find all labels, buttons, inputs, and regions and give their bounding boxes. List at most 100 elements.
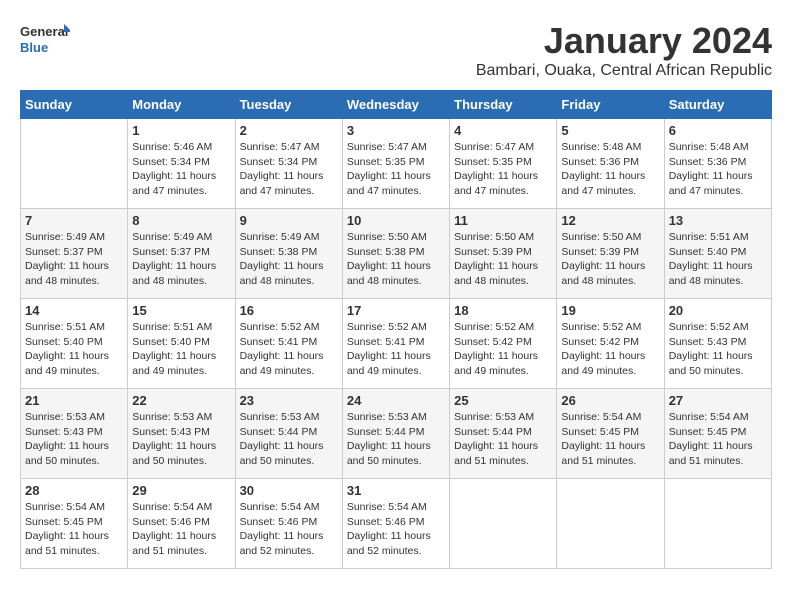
- day-info: Sunrise: 5:51 AM Sunset: 5:40 PM Dayligh…: [25, 320, 123, 379]
- col-thursday: Thursday: [450, 91, 557, 119]
- day-number: 13: [669, 213, 767, 228]
- cell-0-6: 6 Sunrise: 5:48 AM Sunset: 5:36 PM Dayli…: [664, 119, 771, 209]
- day-number: 24: [347, 393, 445, 408]
- day-number: 2: [240, 123, 338, 138]
- calendar-header: Sunday Monday Tuesday Wednesday Thursday…: [21, 91, 772, 119]
- day-number: 27: [669, 393, 767, 408]
- day-info: Sunrise: 5:53 AM Sunset: 5:44 PM Dayligh…: [454, 410, 552, 469]
- day-info: Sunrise: 5:49 AM Sunset: 5:37 PM Dayligh…: [25, 230, 123, 289]
- day-info: Sunrise: 5:50 AM Sunset: 5:39 PM Dayligh…: [561, 230, 659, 289]
- day-info: Sunrise: 5:54 AM Sunset: 5:46 PM Dayligh…: [132, 500, 230, 559]
- col-sunday: Sunday: [21, 91, 128, 119]
- cell-4-3: 31 Sunrise: 5:54 AM Sunset: 5:46 PM Dayl…: [342, 479, 449, 569]
- cell-4-6: [664, 479, 771, 569]
- week-row-1: 1 Sunrise: 5:46 AM Sunset: 5:34 PM Dayli…: [21, 119, 772, 209]
- day-info: Sunrise: 5:52 AM Sunset: 5:42 PM Dayligh…: [454, 320, 552, 379]
- cell-4-1: 29 Sunrise: 5:54 AM Sunset: 5:46 PM Dayl…: [128, 479, 235, 569]
- day-info: Sunrise: 5:49 AM Sunset: 5:37 PM Dayligh…: [132, 230, 230, 289]
- col-saturday: Saturday: [664, 91, 771, 119]
- day-info: Sunrise: 5:54 AM Sunset: 5:46 PM Dayligh…: [347, 500, 445, 559]
- col-friday: Friday: [557, 91, 664, 119]
- calendar-subtitle: Bambari, Ouaka, Central African Republic: [476, 62, 772, 80]
- cell-1-3: 10 Sunrise: 5:50 AM Sunset: 5:38 PM Dayl…: [342, 209, 449, 299]
- cell-2-0: 14 Sunrise: 5:51 AM Sunset: 5:40 PM Dayl…: [21, 299, 128, 389]
- day-number: 7: [25, 213, 123, 228]
- col-wednesday: Wednesday: [342, 91, 449, 119]
- day-info: Sunrise: 5:52 AM Sunset: 5:41 PM Dayligh…: [240, 320, 338, 379]
- day-number: 29: [132, 483, 230, 498]
- header: General Blue January 2024 Bambari, Ouaka…: [20, 20, 772, 80]
- day-number: 20: [669, 303, 767, 318]
- day-number: 10: [347, 213, 445, 228]
- cell-0-3: 3 Sunrise: 5:47 AM Sunset: 5:35 PM Dayli…: [342, 119, 449, 209]
- day-info: Sunrise: 5:53 AM Sunset: 5:44 PM Dayligh…: [240, 410, 338, 469]
- cell-2-5: 19 Sunrise: 5:52 AM Sunset: 5:42 PM Dayl…: [557, 299, 664, 389]
- day-number: 6: [669, 123, 767, 138]
- day-info: Sunrise: 5:48 AM Sunset: 5:36 PM Dayligh…: [561, 140, 659, 199]
- day-info: Sunrise: 5:54 AM Sunset: 5:45 PM Dayligh…: [25, 500, 123, 559]
- cell-2-3: 17 Sunrise: 5:52 AM Sunset: 5:41 PM Dayl…: [342, 299, 449, 389]
- day-info: Sunrise: 5:47 AM Sunset: 5:34 PM Dayligh…: [240, 140, 338, 199]
- cell-2-6: 20 Sunrise: 5:52 AM Sunset: 5:43 PM Dayl…: [664, 299, 771, 389]
- cell-4-5: [557, 479, 664, 569]
- day-info: Sunrise: 5:54 AM Sunset: 5:45 PM Dayligh…: [561, 410, 659, 469]
- svg-text:General: General: [20, 24, 68, 39]
- col-tuesday: Tuesday: [235, 91, 342, 119]
- day-number: 17: [347, 303, 445, 318]
- day-info: Sunrise: 5:53 AM Sunset: 5:44 PM Dayligh…: [347, 410, 445, 469]
- cell-0-4: 4 Sunrise: 5:47 AM Sunset: 5:35 PM Dayli…: [450, 119, 557, 209]
- day-number: 8: [132, 213, 230, 228]
- day-number: 15: [132, 303, 230, 318]
- day-info: Sunrise: 5:52 AM Sunset: 5:41 PM Dayligh…: [347, 320, 445, 379]
- week-row-3: 14 Sunrise: 5:51 AM Sunset: 5:40 PM Dayl…: [21, 299, 772, 389]
- day-info: Sunrise: 5:49 AM Sunset: 5:38 PM Dayligh…: [240, 230, 338, 289]
- cell-3-6: 27 Sunrise: 5:54 AM Sunset: 5:45 PM Dayl…: [664, 389, 771, 479]
- week-row-4: 21 Sunrise: 5:53 AM Sunset: 5:43 PM Dayl…: [21, 389, 772, 479]
- cell-3-1: 22 Sunrise: 5:53 AM Sunset: 5:43 PM Dayl…: [128, 389, 235, 479]
- svg-text:Blue: Blue: [20, 40, 48, 55]
- day-number: 19: [561, 303, 659, 318]
- day-info: Sunrise: 5:47 AM Sunset: 5:35 PM Dayligh…: [347, 140, 445, 199]
- cell-0-5: 5 Sunrise: 5:48 AM Sunset: 5:36 PM Dayli…: [557, 119, 664, 209]
- cell-2-1: 15 Sunrise: 5:51 AM Sunset: 5:40 PM Dayl…: [128, 299, 235, 389]
- day-number: 5: [561, 123, 659, 138]
- day-number: 21: [25, 393, 123, 408]
- cell-2-4: 18 Sunrise: 5:52 AM Sunset: 5:42 PM Dayl…: [450, 299, 557, 389]
- day-number: 31: [347, 483, 445, 498]
- title-area: January 2024 Bambari, Ouaka, Central Afr…: [476, 20, 772, 80]
- cell-3-5: 26 Sunrise: 5:54 AM Sunset: 5:45 PM Dayl…: [557, 389, 664, 479]
- cell-2-2: 16 Sunrise: 5:52 AM Sunset: 5:41 PM Dayl…: [235, 299, 342, 389]
- cell-0-1: 1 Sunrise: 5:46 AM Sunset: 5:34 PM Dayli…: [128, 119, 235, 209]
- day-info: Sunrise: 5:52 AM Sunset: 5:42 PM Dayligh…: [561, 320, 659, 379]
- cell-3-4: 25 Sunrise: 5:53 AM Sunset: 5:44 PM Dayl…: [450, 389, 557, 479]
- calendar-title: January 2024: [476, 20, 772, 62]
- day-info: Sunrise: 5:51 AM Sunset: 5:40 PM Dayligh…: [132, 320, 230, 379]
- day-number: 12: [561, 213, 659, 228]
- cell-0-0: [21, 119, 128, 209]
- cell-4-0: 28 Sunrise: 5:54 AM Sunset: 5:45 PM Dayl…: [21, 479, 128, 569]
- cell-4-2: 30 Sunrise: 5:54 AM Sunset: 5:46 PM Dayl…: [235, 479, 342, 569]
- day-info: Sunrise: 5:48 AM Sunset: 5:36 PM Dayligh…: [669, 140, 767, 199]
- day-number: 30: [240, 483, 338, 498]
- day-info: Sunrise: 5:50 AM Sunset: 5:39 PM Dayligh…: [454, 230, 552, 289]
- day-info: Sunrise: 5:53 AM Sunset: 5:43 PM Dayligh…: [132, 410, 230, 469]
- cell-3-2: 23 Sunrise: 5:53 AM Sunset: 5:44 PM Dayl…: [235, 389, 342, 479]
- logo-svg: General Blue: [20, 20, 70, 60]
- day-number: 23: [240, 393, 338, 408]
- cell-1-5: 12 Sunrise: 5:50 AM Sunset: 5:39 PM Dayl…: [557, 209, 664, 299]
- header-row: Sunday Monday Tuesday Wednesday Thursday…: [21, 91, 772, 119]
- calendar-table: Sunday Monday Tuesday Wednesday Thursday…: [20, 90, 772, 569]
- day-number: 25: [454, 393, 552, 408]
- day-info: Sunrise: 5:50 AM Sunset: 5:38 PM Dayligh…: [347, 230, 445, 289]
- week-row-2: 7 Sunrise: 5:49 AM Sunset: 5:37 PM Dayli…: [21, 209, 772, 299]
- cell-1-4: 11 Sunrise: 5:50 AM Sunset: 5:39 PM Dayl…: [450, 209, 557, 299]
- cell-0-2: 2 Sunrise: 5:47 AM Sunset: 5:34 PM Dayli…: [235, 119, 342, 209]
- day-info: Sunrise: 5:54 AM Sunset: 5:46 PM Dayligh…: [240, 500, 338, 559]
- day-number: 18: [454, 303, 552, 318]
- calendar-body: 1 Sunrise: 5:46 AM Sunset: 5:34 PM Dayli…: [21, 119, 772, 569]
- cell-1-1: 8 Sunrise: 5:49 AM Sunset: 5:37 PM Dayli…: [128, 209, 235, 299]
- day-info: Sunrise: 5:52 AM Sunset: 5:43 PM Dayligh…: [669, 320, 767, 379]
- cell-1-2: 9 Sunrise: 5:49 AM Sunset: 5:38 PM Dayli…: [235, 209, 342, 299]
- day-number: 9: [240, 213, 338, 228]
- day-info: Sunrise: 5:47 AM Sunset: 5:35 PM Dayligh…: [454, 140, 552, 199]
